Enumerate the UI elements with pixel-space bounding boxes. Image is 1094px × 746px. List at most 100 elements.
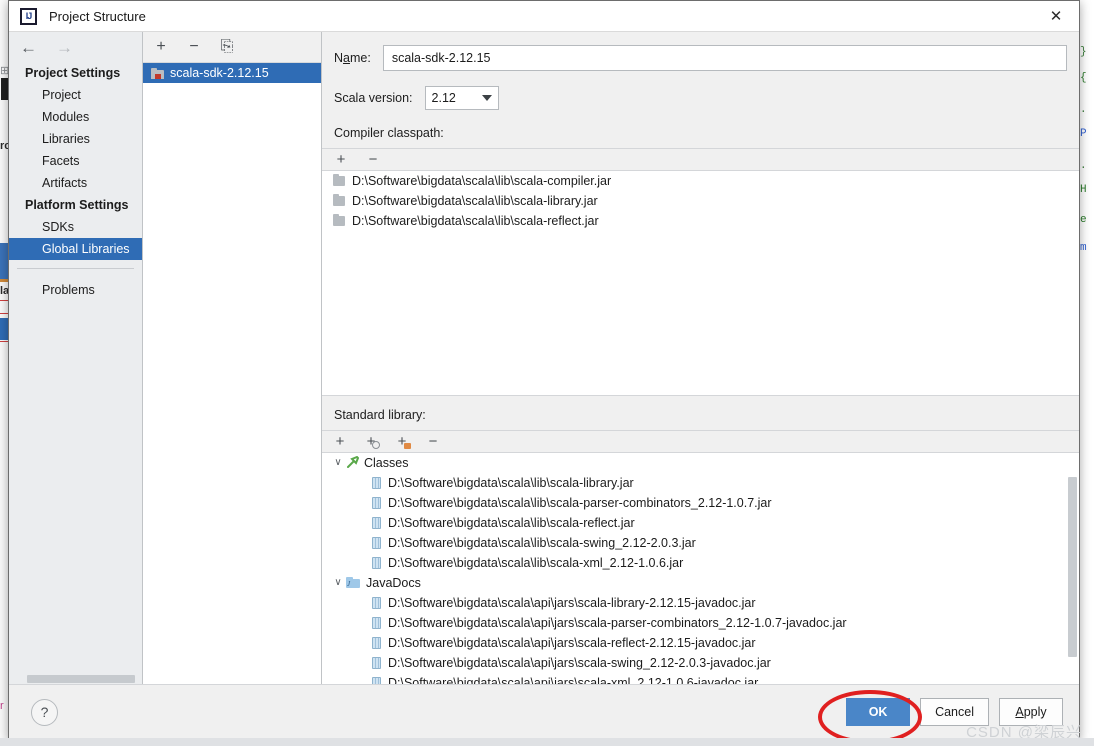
compiler-classpath-list: D:\Software\bigdata\scala\lib\scala-comp… — [322, 171, 1079, 396]
list-item[interactable]: scala-sdk-2.12.15 — [143, 63, 321, 83]
dialog-footer: ? OK Cancel Apply — [9, 684, 1079, 739]
sidebar-scrollbar-thumb[interactable] — [27, 675, 135, 683]
add-root-button[interactable]: + — [331, 432, 349, 450]
add-classes-root-button[interactable]: + — [362, 432, 380, 450]
sidebar-item-facets[interactable]: Facets — [9, 150, 142, 172]
chevron-down-icon — [481, 94, 492, 101]
classpath-path: D:\Software\bigdata\scala\lib\scala-comp… — [352, 174, 612, 189]
intellij-idea-logo-icon — [20, 7, 37, 25]
project-structure-dialog: Project Structure ✕ ← → Project Settings… — [8, 0, 1080, 740]
standard-library-tree: ∨ Classes D:\Software\bigdata\scala\lib\sc… — [322, 452, 1079, 684]
screen: rc la ⊞ r }{.P.Hem Project Structure ✕ ←… — [0, 0, 1094, 746]
help-button[interactable]: ? — [31, 698, 58, 726]
tree-item-path: D:\Software\bigdata\scala\api\jars\scala… — [388, 635, 756, 650]
background-code-fragment: { — [1080, 72, 1087, 84]
background-code-fragment: e — [1080, 214, 1087, 226]
classpath-row[interactable]: D:\Software\bigdata\scala\lib\scala-comp… — [322, 171, 1079, 191]
background-bottom-strip — [0, 738, 1094, 746]
jar-file-icon — [372, 556, 381, 569]
jar-file-icon — [372, 476, 381, 489]
sidebar-item-project[interactable]: Project — [9, 84, 142, 106]
tree-group-label: Classes — [364, 455, 409, 470]
library-detail-pane: Name: scala-sdk-2.12.15 Scala version: 2… — [322, 32, 1079, 684]
sidebar-item-global-libraries[interactable]: Global Libraries — [9, 238, 142, 260]
sidebar-item-problems[interactable]: Problems — [9, 279, 142, 301]
tree-item-path: D:\Software\bigdata\scala\api\jars\scala… — [388, 655, 771, 670]
sidebar-items: Project Settings Project Modules Libraries F… — [9, 62, 142, 673]
sidebar-horizontal-scrollbar[interactable] — [9, 673, 142, 684]
remove-classpath-button[interactable]: − — [364, 151, 382, 169]
jar-folder-icon — [333, 174, 345, 187]
sidebar-item-libraries[interactable]: Libraries — [9, 128, 142, 150]
jar-folder-icon — [333, 194, 345, 207]
copy-library-button[interactable]: ⎘ — [218, 38, 236, 56]
add-library-button[interactable]: + — [152, 38, 170, 56]
sidebar-item-sdks[interactable]: SDKs — [9, 216, 142, 238]
sidebar-item-artifacts[interactable]: Artifacts — [9, 172, 142, 194]
background-code-fragment: H — [1080, 184, 1087, 196]
scala-version-value: 2.12 — [431, 90, 456, 105]
forward-arrow-icon[interactable]: → — [56, 39, 73, 56]
tree-item-path: D:\Software\bigdata\scala\lib\scala-refl… — [388, 515, 635, 530]
scala-version-row: Scala version: 2.12 — [334, 85, 1067, 110]
tree-item[interactable]: D:\Software\bigdata\scala\api\jars\scala… — [322, 633, 1079, 653]
tree-item[interactable]: D:\Software\bigdata\scala\lib\scala-pars… — [322, 493, 1079, 513]
list-item-label: scala-sdk-2.12.15 — [170, 66, 269, 80]
jar-folder-icon — [333, 214, 345, 227]
jar-file-icon — [372, 516, 381, 529]
toolbar-glyph: − — [428, 432, 438, 450]
tree-item[interactable]: D:\Software\bigdata\scala\lib\scala-swin… — [322, 533, 1079, 553]
tree-item-path: D:\Software\bigdata\scala\lib\scala-pars… — [388, 495, 772, 510]
classpath-row[interactable]: D:\Software\bigdata\scala\lib\scala-refl… — [322, 211, 1079, 231]
tree-vertical-scrollbar[interactable] — [1066, 452, 1079, 684]
close-icon[interactable]: ✕ — [1033, 2, 1079, 31]
tree-item[interactable]: D:\Software\bigdata\scala\api\jars\scala… — [322, 593, 1079, 613]
tree-item[interactable]: D:\Software\bigdata\scala\api\jars\scala… — [322, 613, 1079, 633]
tree-item[interactable]: D:\Software\bigdata\scala\lib\scala-refl… — [322, 513, 1079, 533]
dialog-title: Project Structure — [49, 8, 146, 24]
sidebar-item-modules[interactable]: Modules — [9, 106, 142, 128]
sidebar-group-header: Platform Settings — [25, 198, 129, 212]
standard-library-label: Standard library: — [334, 407, 426, 422]
background-code-fragment: . — [1080, 104, 1087, 116]
classes-badge-icon — [372, 441, 380, 450]
tree-item-path: D:\Software\bigdata\scala\api\jars\scala… — [388, 675, 759, 684]
tree-item[interactable]: D:\Software\bigdata\scala\api\jars\scala… — [322, 673, 1079, 684]
background-code-fragment: } — [1080, 46, 1087, 58]
tree-item[interactable]: D:\Software\bigdata\scala\lib\scala-libr… — [322, 473, 1079, 493]
chevron-down-icon[interactable]: ∨ — [330, 577, 346, 588]
name-input[interactable]: scala-sdk-2.12.15 — [382, 45, 1067, 72]
classpath-path: D:\Software\bigdata\scala\lib\scala-refl… — [352, 214, 599, 229]
jar-file-icon — [372, 496, 381, 509]
scala-version-label: Scala version: — [334, 90, 413, 105]
tree-item[interactable]: D:\Software\bigdata\scala\lib\scala-xml_… — [322, 553, 1079, 573]
jar-file-icon — [372, 536, 381, 549]
add-javadoc-root-button[interactable]: + — [393, 432, 411, 450]
tree-item-path: D:\Software\bigdata\scala\api\jars\scala… — [388, 615, 847, 630]
name-label: Name: — [334, 51, 371, 66]
chevron-down-icon[interactable]: ∨ — [330, 457, 346, 468]
tree-item-path: D:\Software\bigdata\scala\lib\scala-libr… — [388, 475, 634, 490]
add-classpath-button[interactable]: + — [332, 151, 350, 169]
jar-file-icon — [372, 596, 381, 609]
remove-library-button[interactable]: − — [185, 38, 203, 56]
tree-group-classes[interactable]: ∨ Classes — [322, 453, 1079, 473]
remove-root-button[interactable]: − — [424, 432, 442, 450]
tree-item-path: D:\Software\bigdata\scala\lib\scala-xml_… — [388, 555, 684, 570]
dialog-titlebar: Project Structure ✕ — [9, 1, 1079, 32]
back-arrow-icon[interactable]: ← — [20, 39, 37, 56]
tree-group-javadocs[interactable]: ∨ J JavaDocs — [322, 573, 1079, 593]
global-libraries-list-panel: + − ⎘ scala-sdk-2.12.15 — [143, 32, 322, 684]
scala-version-select[interactable]: 2.12 — [424, 85, 499, 110]
ok-button[interactable]: OK — [846, 698, 911, 726]
javadocs-folder-icon: J — [346, 577, 360, 589]
library-list-toolbar: + − ⎘ — [143, 32, 321, 63]
sidebar-divider — [17, 268, 134, 269]
tree-scrollbar-thumb[interactable] — [1068, 476, 1077, 657]
tree-item[interactable]: D:\Software\bigdata\scala\api\jars\scala… — [322, 653, 1079, 673]
library-folder-icon — [151, 67, 164, 79]
tree-group-label: JavaDocs — [366, 575, 421, 590]
classpath-row[interactable]: D:\Software\bigdata\scala\lib\scala-libr… — [322, 191, 1079, 211]
background-text-d: r — [0, 700, 4, 712]
compiler-classpath-toolbar: + − — [322, 147, 1079, 172]
